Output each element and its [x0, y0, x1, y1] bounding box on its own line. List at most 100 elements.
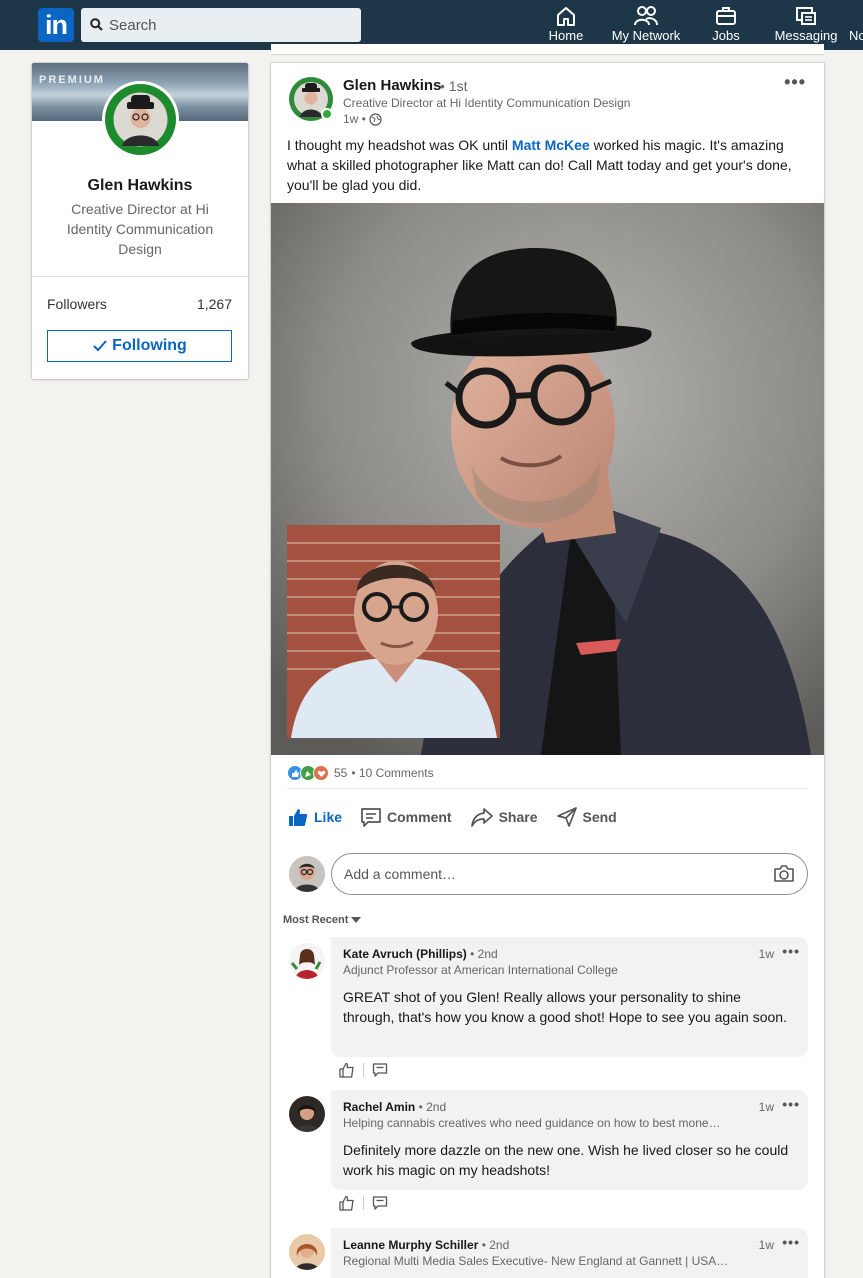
commenter-headline: Helping cannabis creatives who need guid…: [343, 1116, 721, 1130]
divider: [363, 1063, 364, 1077]
commenter-name-text[interactable]: Kate Avruch (Phillips): [343, 947, 467, 961]
commenter-degree: • 2nd: [470, 947, 498, 961]
post-time-text: 1w •: [343, 112, 366, 126]
comment-time: 1w: [758, 947, 774, 961]
briefcase-icon: [703, 5, 749, 29]
nav-my-network-label: My Network: [611, 28, 681, 43]
following-button-label: Following: [112, 337, 187, 354]
share-label: Share: [498, 809, 538, 825]
globe-icon: [369, 112, 382, 126]
send-button[interactable]: Send: [556, 806, 617, 828]
like-button[interactable]: Like: [287, 806, 342, 828]
comment-text: Definitely more dazzle on the new one. W…: [343, 1142, 789, 1178]
search-input[interactable]: [109, 8, 354, 42]
nav-my-network[interactable]: My Network: [608, 5, 684, 47]
author-connection-degree: • 1st: [440, 78, 468, 94]
comment-bubble: Kate Avruch (Phillips) • 2nd Adjunct Pro…: [331, 937, 808, 1057]
reply-icon[interactable]: [372, 1062, 388, 1078]
nav-home[interactable]: Home: [541, 5, 591, 47]
comment-bubble: Leanne Murphy Schiller • 2nd Regional Mu…: [331, 1228, 808, 1278]
share-arrow-icon: [470, 808, 493, 827]
followers-count: 1,267: [196, 296, 232, 312]
profile-name[interactable]: Glen Hawkins: [32, 177, 248, 195]
premium-badge: PREMIUM: [39, 74, 105, 86]
search-bar[interactable]: [81, 8, 361, 42]
share-button[interactable]: Share: [470, 806, 538, 828]
nav-messaging-label: Messaging: [774, 28, 838, 43]
divider: [287, 788, 808, 789]
like-outline-icon[interactable]: [339, 1195, 355, 1211]
people-icon: [608, 5, 684, 29]
linkedin-logo[interactable]: in: [38, 8, 74, 42]
commenter-avatar[interactable]: [289, 1234, 325, 1270]
comments-count[interactable]: • 10 Comments: [351, 766, 433, 780]
commenter-degree: • 2nd: [418, 1100, 447, 1114]
commenter-name[interactable]: Leanne Murphy Schiller • 2nd: [343, 1238, 509, 1252]
like-label: Like: [314, 809, 343, 825]
send-label: Send: [582, 809, 617, 825]
post-actions: Like Comment Share Send: [287, 801, 617, 833]
commenter-avatar[interactable]: [289, 943, 325, 979]
mention-link[interactable]: Matt McKee: [512, 137, 590, 153]
profile-avatar[interactable]: [102, 81, 179, 158]
chat-icon: [772, 5, 840, 29]
commenter-degree: • 2nd: [481, 1238, 510, 1252]
commenter-name[interactable]: Kate Avruch (Phillips) • 2nd: [343, 947, 498, 961]
online-status-dot: [321, 108, 333, 120]
reaction-count[interactable]: 55: [334, 766, 347, 780]
like-outline-icon[interactable]: [339, 1062, 355, 1078]
comment-bubble: Rachel Amin • 2nd Helping cannabis creat…: [331, 1090, 808, 1190]
commenter-headline: Regional Multi Media Sales Executive- Ne…: [343, 1254, 729, 1268]
comment-text: GREAT shot of you Glen! Really allows yo…: [343, 989, 787, 1025]
global-nav: in Home My Network Jobs Messaging No: [0, 0, 863, 50]
home-icon: [541, 5, 591, 29]
search-icon: [90, 18, 103, 31]
author-name[interactable]: Glen Hawkins: [343, 77, 441, 94]
nav-messaging[interactable]: Messaging: [772, 5, 840, 47]
commenter-headline: Adjunct Professor at American Internatio…: [343, 963, 618, 977]
divider: [363, 1196, 364, 1210]
post-text-before: I thought my headshot was OK until: [287, 137, 512, 153]
comment-sort-dropdown[interactable]: Most Recent: [283, 914, 362, 926]
commenter-avatar[interactable]: [289, 1096, 325, 1132]
profile-card: PREMIUM Glen Hawkins Creative Director a…: [32, 63, 248, 379]
comment-more-options-icon[interactable]: •••: [782, 943, 800, 959]
send-icon: [556, 807, 577, 827]
following-button[interactable]: Following: [47, 330, 232, 362]
inset-photo: [287, 525, 500, 738]
commenter-name-text[interactable]: Leanne Murphy Schiller: [343, 1238, 478, 1252]
current-user-avatar[interactable]: [289, 856, 325, 892]
post-text: I thought my headshot was OK until Matt …: [287, 135, 811, 195]
reply-icon[interactable]: [372, 1195, 388, 1211]
author-headline: Creative Director at Hi Identity Communi…: [343, 96, 631, 110]
headshot-illustration: [271, 203, 824, 755]
social-counts[interactable]: 55 • 10 Comments: [287, 763, 434, 783]
followers-label: Followers: [47, 296, 107, 312]
commenter-name-text[interactable]: Rachel Amin: [343, 1100, 415, 1114]
comment-item: Kate Avruch (Phillips) • 2nd Adjunct Pro…: [271, 937, 824, 1057]
nav-notifications[interactable]: No: [849, 5, 863, 47]
nav-jobs[interactable]: Jobs: [703, 5, 749, 47]
comment-actions: [339, 1062, 388, 1078]
camera-icon[interactable]: [773, 864, 795, 884]
comment-button[interactable]: Comment: [360, 806, 452, 828]
comment-input[interactable]: [344, 854, 744, 894]
comment-time: 1w: [758, 1100, 774, 1114]
nav-notifications-label: No: [849, 28, 863, 43]
bell-icon: [849, 5, 863, 29]
post-image[interactable]: [271, 203, 824, 755]
comment-box[interactable]: [331, 853, 808, 895]
comment-more-options-icon[interactable]: •••: [782, 1234, 800, 1250]
post-more-options-icon[interactable]: •••: [784, 73, 806, 91]
profile-headline: Creative Director at Hi Identity Communi…: [66, 201, 214, 257]
comment-label: Comment: [387, 809, 452, 825]
nav-jobs-label: Jobs: [712, 28, 740, 43]
nav-home-label: Home: [548, 28, 584, 43]
comment-icon: [361, 808, 381, 827]
comment-more-options-icon[interactable]: •••: [782, 1096, 800, 1112]
commenter-name[interactable]: Rachel Amin • 2nd: [343, 1100, 446, 1114]
comment-time: 1w: [758, 1238, 774, 1252]
previous-post-edge: [271, 44, 824, 54]
avatar-photo: [113, 92, 168, 147]
feed-post: Glen Hawkins • 1st Creative Director at …: [271, 63, 824, 1278]
